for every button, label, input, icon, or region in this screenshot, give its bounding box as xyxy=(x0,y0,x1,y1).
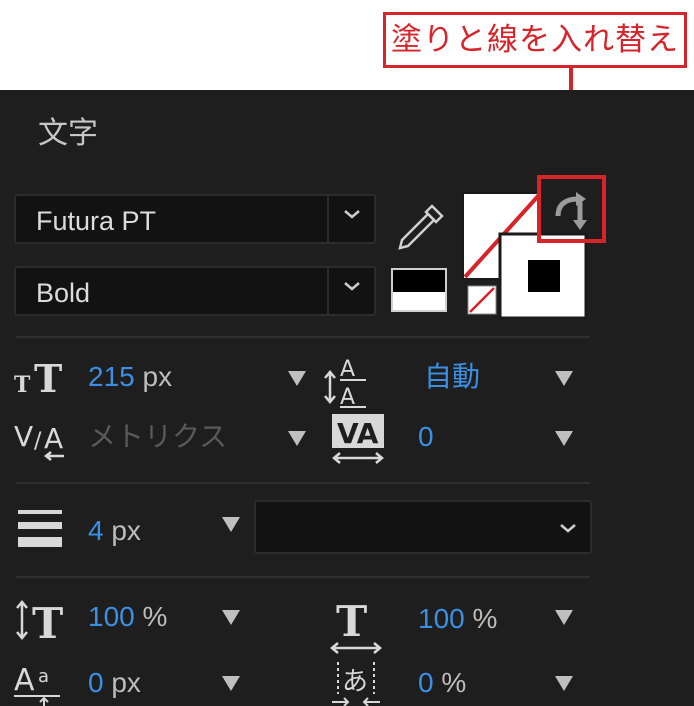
tracking-dropdown-arrow[interactable] xyxy=(555,431,573,446)
divider xyxy=(16,336,590,338)
font-size-unit: px xyxy=(142,361,173,392)
leading-value[interactable]: 自動 xyxy=(424,360,480,394)
annotation-callout: 塗りと線を入れ替え xyxy=(383,12,687,68)
font-size-field[interactable]: 215 px xyxy=(88,360,172,394)
vertical-scale-icon: T xyxy=(16,599,63,642)
svg-text:/: / xyxy=(34,429,42,454)
divider xyxy=(16,482,590,484)
svg-text:V: V xyxy=(14,420,33,453)
tracking-value[interactable]: 0 xyxy=(418,420,434,454)
stroke-width-field[interactable]: 4 px xyxy=(88,514,141,548)
svg-text:あ: あ xyxy=(342,667,368,697)
tsume-icon: あ xyxy=(332,662,380,706)
dropdown-separator xyxy=(327,268,329,314)
baseline-shift-field[interactable]: 0 px xyxy=(88,666,141,700)
fill-color-swatch-bottom xyxy=(393,292,445,310)
stroke-width-value: 4 xyxy=(88,515,104,546)
stroke-width-unit: px xyxy=(111,515,141,546)
horizontal-scale-field[interactable]: 100 % xyxy=(418,602,497,636)
baseline-shift-unit: px xyxy=(111,667,141,698)
vertical-scale-dropdown-arrow[interactable] xyxy=(222,610,240,625)
leading-dropdown-arrow[interactable] xyxy=(555,371,573,386)
vertical-scale-unit: % xyxy=(142,601,168,632)
tsume-field[interactable]: 0 % xyxy=(418,666,466,700)
vertical-scale-value: 100 xyxy=(88,601,135,632)
font-family-value: Futura PT xyxy=(36,206,157,236)
eyedropper-icon[interactable] xyxy=(394,202,446,254)
font-size-value: 215 xyxy=(88,361,135,392)
svg-text:T: T xyxy=(32,599,63,642)
stroke-style-dropdown[interactable] xyxy=(254,500,592,554)
svg-text:T: T xyxy=(14,372,31,398)
font-family-dropdown[interactable]: Futura PT xyxy=(14,194,376,244)
svg-text:T: T xyxy=(34,358,62,398)
stroke-width-icon xyxy=(18,510,62,547)
font-style-dropdown[interactable]: Bold xyxy=(14,266,376,316)
chevron-down-icon xyxy=(344,210,360,219)
horizontal-scale-unit: % xyxy=(472,603,498,634)
tracking-icon: VA xyxy=(332,414,384,464)
chevron-down-icon xyxy=(560,524,576,533)
kerning-dropdown-arrow[interactable] xyxy=(288,431,306,446)
tsume-value: 0 xyxy=(418,667,434,698)
panel-title: 文字 xyxy=(38,116,98,151)
baseline-shift-value: 0 xyxy=(88,667,104,698)
font-size-dropdown-arrow[interactable] xyxy=(288,371,306,386)
fill-color-swatch[interactable] xyxy=(391,268,447,312)
svg-text:T: T xyxy=(336,598,367,646)
leading-icon: A A xyxy=(324,357,366,410)
horizontal-scale-dropdown-arrow[interactable] xyxy=(555,610,573,625)
font-style-value: Bold xyxy=(36,278,91,308)
tsume-dropdown-arrow[interactable] xyxy=(555,676,573,691)
svg-text:A: A xyxy=(14,663,35,698)
svg-text:A: A xyxy=(44,422,63,455)
baseline-shift-icon: A a xyxy=(14,663,60,706)
horizontal-scale-icon: T xyxy=(330,598,382,654)
svg-text:A: A xyxy=(340,357,355,382)
annotation-highlight-box xyxy=(537,175,606,243)
dropdown-separator xyxy=(327,196,329,242)
horizontal-scale-value: 100 xyxy=(418,603,465,634)
vertical-scale-field[interactable]: 100 % xyxy=(88,600,167,634)
kerning-value[interactable]: メトリクス xyxy=(88,420,227,454)
svg-text:VA: VA xyxy=(337,417,379,450)
svg-text:a: a xyxy=(38,666,49,687)
kerning-icon: V / A xyxy=(14,420,64,461)
chevron-down-icon xyxy=(344,282,360,291)
tsume-unit: % xyxy=(441,667,467,698)
stroke-width-dropdown-arrow[interactable] xyxy=(222,517,240,532)
divider xyxy=(16,576,590,578)
baseline-shift-dropdown-arrow[interactable] xyxy=(222,676,240,691)
font-size-icon: T T xyxy=(14,358,62,398)
